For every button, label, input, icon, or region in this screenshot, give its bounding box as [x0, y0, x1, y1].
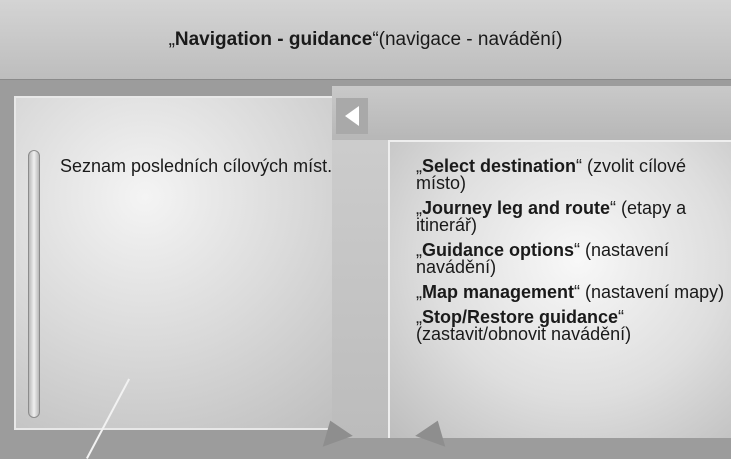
- page-title: „ Navigation - guidance “ (navigace - navá…: [0, 0, 731, 80]
- title-bold: Navigation - guidance: [174, 28, 373, 50]
- menu-item-note: “ (nastavení mapy): [574, 282, 725, 302]
- recent-destinations-panel[interactable]: Seznam posledních cílových míst.: [14, 96, 386, 459]
- menu-list: „Select destination“ (zvolit cílové míst…: [416, 157, 726, 351]
- menu-item-stop-restore-guidance[interactable]: „Stop/Restore guidance“ (zastavit/obnovi…: [416, 308, 726, 343]
- menu-item-label: Map management: [422, 282, 575, 302]
- menu-panel: „Select destination“ (zvolit cílové míst…: [332, 86, 731, 438]
- recent-destinations-label: Seznam posledních cílových míst.: [60, 156, 333, 176]
- title-note: (navigace - navádění): [378, 28, 563, 50]
- menu-panel-top: [332, 86, 731, 140]
- scrollbar[interactable]: [28, 150, 40, 418]
- menu-item-guidance-options[interactable]: „Guidance options“ (nastavení navádění): [416, 241, 726, 276]
- menu-item-select-destination[interactable]: „Select destination“ (zvolit cílové míst…: [416, 157, 726, 192]
- callout-line: [86, 378, 131, 459]
- menu-item-journey-leg-route[interactable]: „Journey leg and route“ (etapy a itinerá…: [416, 199, 726, 234]
- menu-item-map-management[interactable]: „Map management“ (nastavení mapy): [416, 282, 726, 302]
- menu-area: „Select destination“ (zvolit cílové míst…: [388, 140, 731, 438]
- back-arrow-icon[interactable]: [336, 98, 368, 134]
